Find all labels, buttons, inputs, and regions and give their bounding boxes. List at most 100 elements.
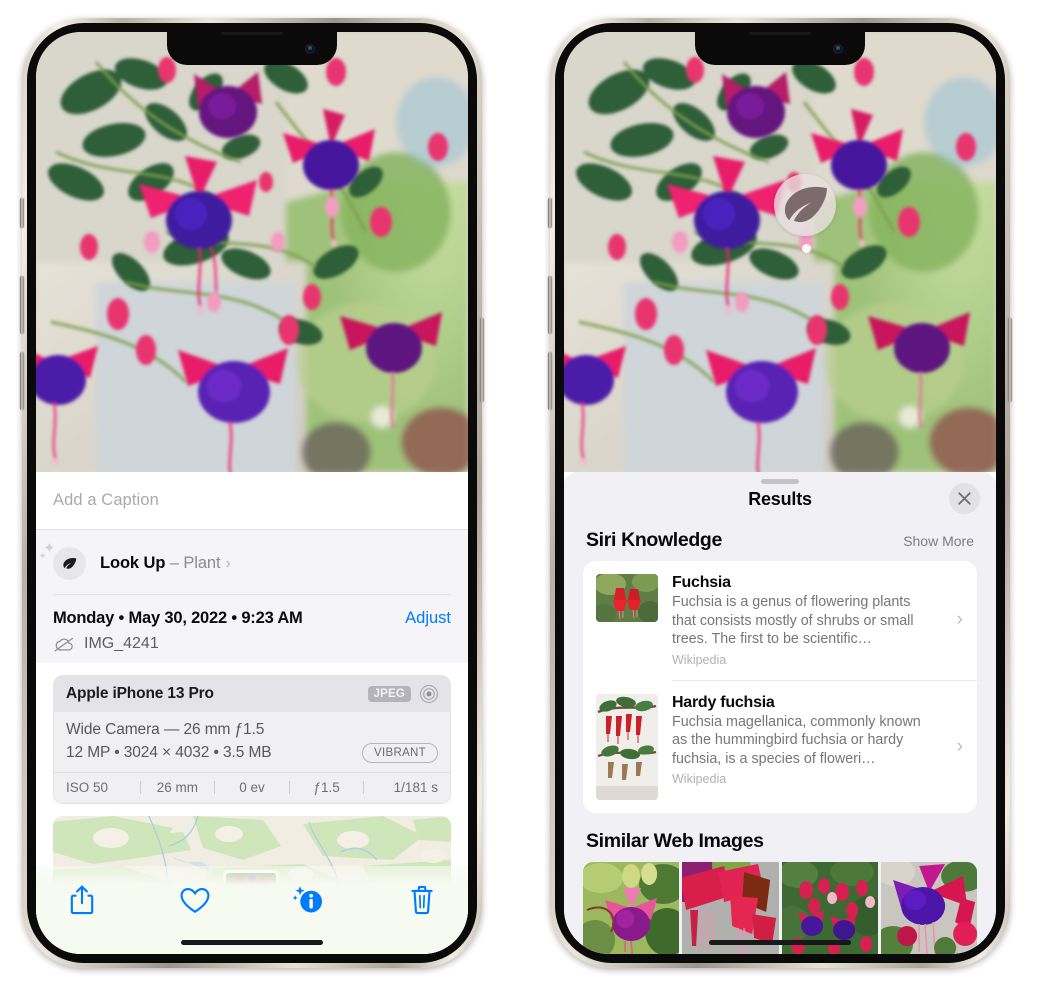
earpiece-speaker-right [749,32,811,35]
silent-switch-left[interactable] [20,198,24,228]
chevron-right-icon: › [956,735,963,757]
knowledge-source: Wikipedia [672,772,727,786]
look-up-subject: Plant [183,554,221,572]
format-badge: JPEG [367,686,411,702]
camera-card-header: Apple iPhone 13 Pro JPEG [54,676,450,712]
close-icon[interactable] [949,483,980,514]
camera-info-card[interactable]: Apple iPhone 13 Pro JPEG Wide Camera — 2… [53,675,451,804]
front-camera-left [305,44,315,54]
home-indicator-left[interactable] [181,940,323,945]
photo-fuchsia-right[interactable] [564,32,996,472]
camera-lens: Wide Camera — 26 mm ƒ1.5 [66,721,265,738]
photo-fuchsia-left[interactable] [36,32,468,472]
hdr-target-icon [419,684,439,704]
fuchsia-thumb-2 [596,693,658,800]
look-up-row[interactable]: ✦ ✦ Look Up – Plant › [36,540,468,594]
siri-knowledge-section-header: Siri Knowledge Show More [564,526,996,561]
adjust-button[interactable]: Adjust [405,609,451,628]
share-icon[interactable] [62,880,102,920]
close-glyph [958,492,971,505]
power-button-right[interactable] [1008,318,1012,402]
heart-glyph [180,887,210,913]
camera-model: Apple iPhone 13 Pro [66,685,214,702]
leaf-icon [784,186,827,223]
exif-focal: 26 mm [156,780,199,795]
screen-right: Results Siri Knowledge Show More Fuchsia… [564,32,996,954]
screen-left: Add a Caption ✦ ✦ Look Up – Plant › Mond… [36,32,468,954]
exif-row: ISO 50 26 mm 0 ev ƒ1.5 1/181 s [54,772,450,803]
info-sparkle-icon[interactable] [289,880,329,920]
section-title: Siri Knowledge [586,529,722,551]
camera-resolution: 12 MP • 3024 × 4032 • 3.5 MB [66,744,272,761]
show-more-button[interactable]: Show More [903,533,974,549]
share-glyph [70,885,94,915]
knowledge-text: Hardy fuchsia Fuchsia magellanica, commo… [672,694,965,800]
volume-down-button-right[interactable] [548,352,552,410]
exif-aperture: ƒ1.5 [313,780,340,795]
web-image-4-art [880,861,977,954]
exif-iso: ISO 50 [66,780,109,795]
siri-knowledge-card: Fuchsia Fuchsia is a genus of flowering … [583,561,977,813]
results-header: Results [564,472,996,526]
volume-down-button-left[interactable] [20,352,24,410]
exif-ev: 0 ev [239,780,265,795]
results-title: Results [748,488,812,509]
camera-size-row: 12 MP • 3024 × 4032 • 3.5 MB VIBRANT [66,743,438,763]
iphone-right: Results Siri Knowledge Show More Fuchsia… [548,18,1012,968]
knowledge-source: Wikipedia [672,652,727,667]
web-image-1-art [583,861,680,954]
look-up-dash: – [165,554,184,572]
home-indicator-right[interactable] [709,940,851,945]
camera-card-body: Wide Camera — 26 mm ƒ1.5 12 MP • 3024 × … [54,712,450,772]
results-sheet: Results Siri Knowledge Show More Fuchsia… [564,472,996,954]
volume-up-button-right[interactable] [548,276,552,334]
photo-date: Monday • May 30, 2022 • 9:23 AM [53,609,303,627]
exif-shutter: 1/181 s [393,780,438,795]
metadata-file-row: IMG_4241 [53,635,451,653]
chevron-right-icon: › [225,554,231,572]
web-image-1[interactable] [583,861,680,954]
sparkle-small-icon: ✦ [39,551,47,561]
trash-glyph [411,885,433,915]
knowledge-thumbnail [596,693,658,800]
list-item[interactable]: Hardy fuchsia Fuchsia magellanica, commo… [583,681,977,813]
photo-info-sheet: Add a Caption ✦ ✦ Look Up – Plant › Mond… [36,472,468,954]
knowledge-text: Fuchsia Fuchsia is a genus of flowering … [672,574,965,667]
notch-right [695,32,865,65]
front-camera-right [833,44,843,54]
heart-icon[interactable] [175,880,215,920]
knowledge-title: Hardy fuchsia [672,693,775,711]
visual-look-up-badge[interactable] [774,174,836,236]
iphone-left: Add a Caption ✦ ✦ Look Up – Plant › Mond… [20,18,484,968]
info-sparkle-glyph [292,886,322,913]
similar-web-images-section-header: Similar Web Images [564,813,996,862]
fuchsia-thumb-1 [596,574,658,622]
look-up-block: ✦ ✦ Look Up – Plant › [36,530,468,595]
leaf-icon: ✦ ✦ [39,541,86,580]
knowledge-title: Fuchsia [672,574,731,591]
metadata-date-row: Monday • May 30, 2022 • 9:23 AM Adjust [53,609,451,628]
list-item[interactable]: Fuchsia Fuchsia is a genus of flowering … [583,561,977,680]
caption-field-row[interactable]: Add a Caption [36,472,468,530]
photo-metadata-block: Monday • May 30, 2022 • 9:23 AM Adjust I… [36,595,468,663]
screenshot-stage: Add a Caption ✦ ✦ Look Up – Plant › Mond… [0,0,1055,985]
photo-artwork-left [36,32,468,472]
earpiece-speaker-left [221,32,283,35]
visual-look-up-anchor-dot [802,244,811,253]
look-up-title: Look Up [100,554,166,572]
photo-filename: IMG_4241 [84,635,159,652]
knowledge-description: Fuchsia magellanica, commonly known as t… [672,713,921,767]
trash-icon[interactable] [402,880,442,920]
camera-card-badges: JPEG [367,684,439,704]
knowledge-description: Fuchsia is a genus of flowering plants t… [672,594,914,647]
web-image-4[interactable] [880,861,977,954]
caption-placeholder[interactable]: Add a Caption [53,491,159,510]
power-button-left[interactable] [480,318,484,402]
photographic-style-badge: VIBRANT [362,743,438,763]
leaf-glyph [63,557,77,569]
volume-up-button-left[interactable] [20,276,24,334]
look-up-label: Look Up – Plant [100,554,221,573]
silent-switch-right[interactable] [548,198,552,228]
chevron-right-icon: › [956,609,963,631]
icloud-slash-icon [54,637,73,651]
